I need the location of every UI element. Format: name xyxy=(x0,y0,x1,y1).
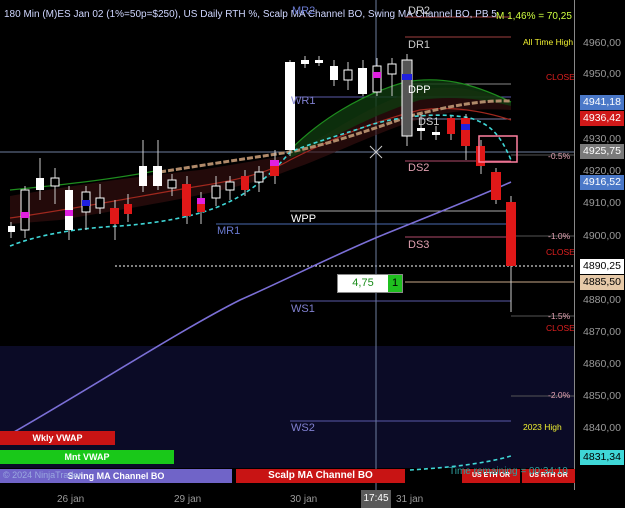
level-dr2: DR2 xyxy=(408,5,431,17)
annotation-close-3: CLOSE xyxy=(546,323,575,333)
price-tag-last: 4890,25 xyxy=(580,259,624,274)
candle xyxy=(461,118,470,146)
level-ds1: DS1 xyxy=(418,116,440,128)
candle xyxy=(211,185,221,199)
candle-marker xyxy=(270,160,279,166)
copyright-text: © 2024 NinjaTrader xyxy=(3,470,82,480)
price-tag-entry: 4885,50 xyxy=(580,275,624,290)
level-mr2: MR2 xyxy=(292,5,316,17)
wkly-vwap-button[interactable]: Wkly VWAP xyxy=(0,431,115,445)
candle xyxy=(124,204,132,214)
position-quantity: 4,75 xyxy=(352,277,374,289)
candle xyxy=(330,66,338,80)
x-label: 29 jan xyxy=(174,494,202,505)
candle xyxy=(432,132,440,135)
level-ds2: DS2 xyxy=(408,162,430,174)
annotation-close-2: CLOSE xyxy=(546,247,575,257)
level-ds3: DS3 xyxy=(408,239,430,251)
level-wr1: WR1 xyxy=(291,95,316,107)
y-label: 4840,00 xyxy=(583,422,621,434)
candle xyxy=(315,60,323,63)
x-label: 30 jan xyxy=(290,494,318,505)
y-label: 4950,00 xyxy=(583,68,621,80)
annotation-pct-05: -0.5% xyxy=(548,151,571,161)
level-dpp: DPP xyxy=(408,84,431,96)
candle xyxy=(401,59,413,137)
y-label: 4910,00 xyxy=(583,197,621,209)
time-remaining: Time remaining = 00:34:10 xyxy=(449,466,568,477)
candle-marker xyxy=(65,210,73,216)
y-label: 4870,00 xyxy=(583,326,621,338)
candle xyxy=(153,166,162,186)
y-label: 4880,00 xyxy=(583,294,621,306)
annotation-pct-15: -1.5% xyxy=(548,311,571,321)
range-indicator: M 1,46% = 70,25 xyxy=(496,11,572,22)
annotation-close-1: CLOSE xyxy=(546,72,575,82)
candle xyxy=(95,197,105,209)
level-dr1: DR1 xyxy=(408,39,431,51)
x-label: 26 jan xyxy=(57,494,85,505)
annotation-ath: All Time High xyxy=(523,37,574,47)
price-axis[interactable]: 4960,00 4950,00 4930,00 4920,00 4910,00 … xyxy=(574,0,625,490)
position-count-button[interactable]: 1 xyxy=(388,275,402,292)
y-label: 4860,00 xyxy=(583,358,621,370)
candle xyxy=(476,146,485,166)
candle xyxy=(417,128,425,131)
price-tag-swing: 4916,52 xyxy=(580,175,624,190)
candle-marker xyxy=(461,124,470,130)
y-label: 4900,00 xyxy=(583,230,621,242)
mnt-vwap-button[interactable]: Mnt VWAP xyxy=(0,450,174,464)
candle-marker xyxy=(21,212,29,218)
candle xyxy=(20,189,30,231)
candle xyxy=(447,118,455,134)
price-tag-red: 4936,42 xyxy=(580,111,624,126)
candle-marker xyxy=(402,74,412,80)
candle xyxy=(110,208,119,224)
candle xyxy=(387,63,397,75)
candle xyxy=(167,179,177,189)
candle xyxy=(241,176,249,190)
candle xyxy=(50,177,60,187)
chart-window[interactable]: 180 Min (M)ES Jan 02 (1%=50p=$250), US D… xyxy=(0,0,625,508)
candle xyxy=(491,172,501,200)
candle xyxy=(182,184,191,216)
y-label: 4850,00 xyxy=(583,390,621,402)
level-ws2: WS2 xyxy=(291,422,315,434)
candle-marker xyxy=(82,200,90,206)
candle xyxy=(139,166,147,186)
position-box[interactable]: 4,75 1 xyxy=(337,274,403,293)
candle xyxy=(254,171,264,183)
level-mr1: MR1 xyxy=(217,225,241,237)
candle xyxy=(506,202,516,266)
price-tag-vwap: 4831,34 xyxy=(580,450,624,465)
candle xyxy=(343,69,353,81)
candle-marker xyxy=(373,72,381,78)
candle xyxy=(372,65,382,93)
price-tag-cursor: 4925,75 xyxy=(580,144,624,159)
level-wpp: WPP xyxy=(291,213,317,225)
candle xyxy=(358,68,367,94)
x-label: 31 jan xyxy=(396,494,424,505)
annotation-pct-10: -1.0% xyxy=(548,231,571,241)
candle xyxy=(301,60,309,64)
y-label: 4960,00 xyxy=(583,37,621,49)
scalp-ma-button[interactable]: Scalp MA Channel BO xyxy=(236,469,405,483)
cursor-time-label: 17:45 xyxy=(361,490,391,508)
annotation-pct-20: -2.0% xyxy=(548,390,571,400)
candle xyxy=(8,226,15,232)
annotation-2023-high: 2023 High xyxy=(523,422,562,432)
candle-marker xyxy=(197,198,205,204)
price-tag-wr1: 4941,18 xyxy=(580,95,624,110)
candle xyxy=(225,181,235,191)
candle xyxy=(36,178,44,190)
level-ws1: WS1 xyxy=(291,303,315,315)
